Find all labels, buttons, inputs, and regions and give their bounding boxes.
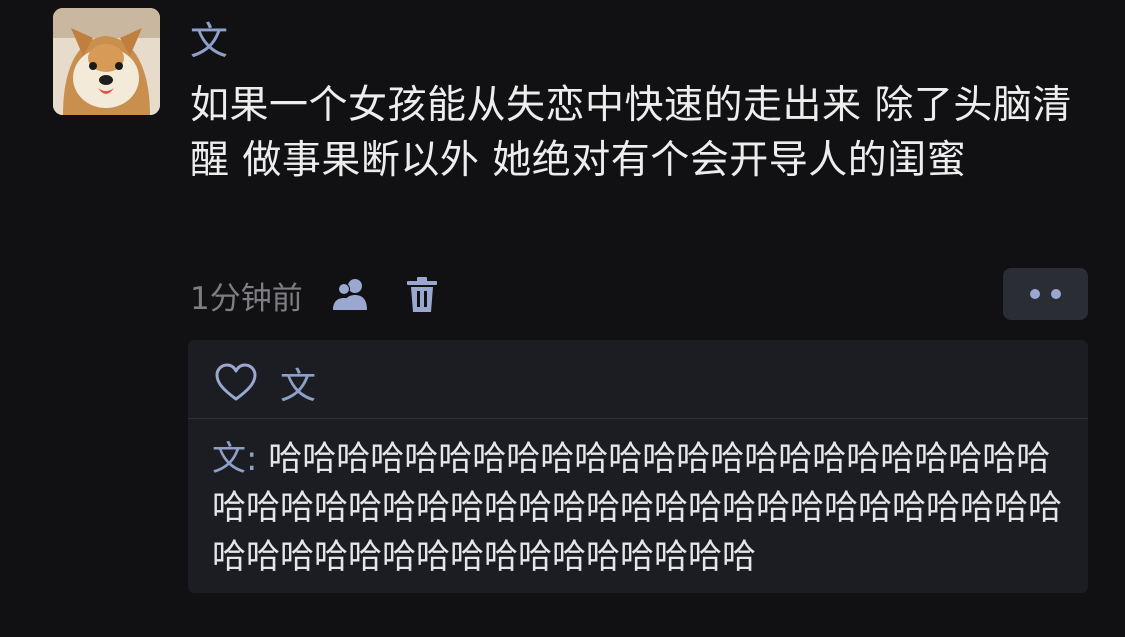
comment-item[interactable]: 文: 哈哈哈哈哈哈哈哈哈哈哈哈哈哈哈哈哈哈哈哈哈哈哈哈哈哈哈哈哈哈哈哈哈哈哈哈哈… (212, 435, 1074, 582)
post-author[interactable]: 文 (190, 16, 228, 66)
shiba-dog-avatar-image (53, 8, 160, 115)
more-dots-icon (1051, 289, 1061, 299)
post-text: 如果一个女孩能从失恋中快速的走出来 除了头脑清醒 做事果断以外 她绝对有个会开导… (190, 83, 1072, 183)
divider (188, 418, 1088, 419)
liker-name[interactable]: 文 (280, 357, 316, 409)
avatar[interactable] (53, 8, 160, 115)
more-button[interactable] (1003, 268, 1088, 320)
post-meta-row: 1分钟前 (190, 270, 439, 320)
heart-icon[interactable] (214, 363, 258, 403)
post-time: 1分钟前 (190, 280, 303, 317)
friends-visibility-icon[interactable] (331, 277, 371, 313)
likes-comments-panel: 文 文: 哈哈哈哈哈哈哈哈哈哈哈哈哈哈哈哈哈哈哈哈哈哈哈哈哈哈哈哈哈哈哈哈哈哈哈… (188, 340, 1088, 593)
trash-icon[interactable] (405, 276, 439, 314)
comment-author[interactable]: 文: (212, 439, 257, 479)
comment-text: 哈哈哈哈哈哈哈哈哈哈哈哈哈哈哈哈哈哈哈哈哈哈哈哈哈哈哈哈哈哈哈哈哈哈哈哈哈哈哈哈… (212, 439, 1062, 577)
likes-row: 文 (214, 358, 316, 408)
more-dots-icon (1030, 289, 1040, 299)
